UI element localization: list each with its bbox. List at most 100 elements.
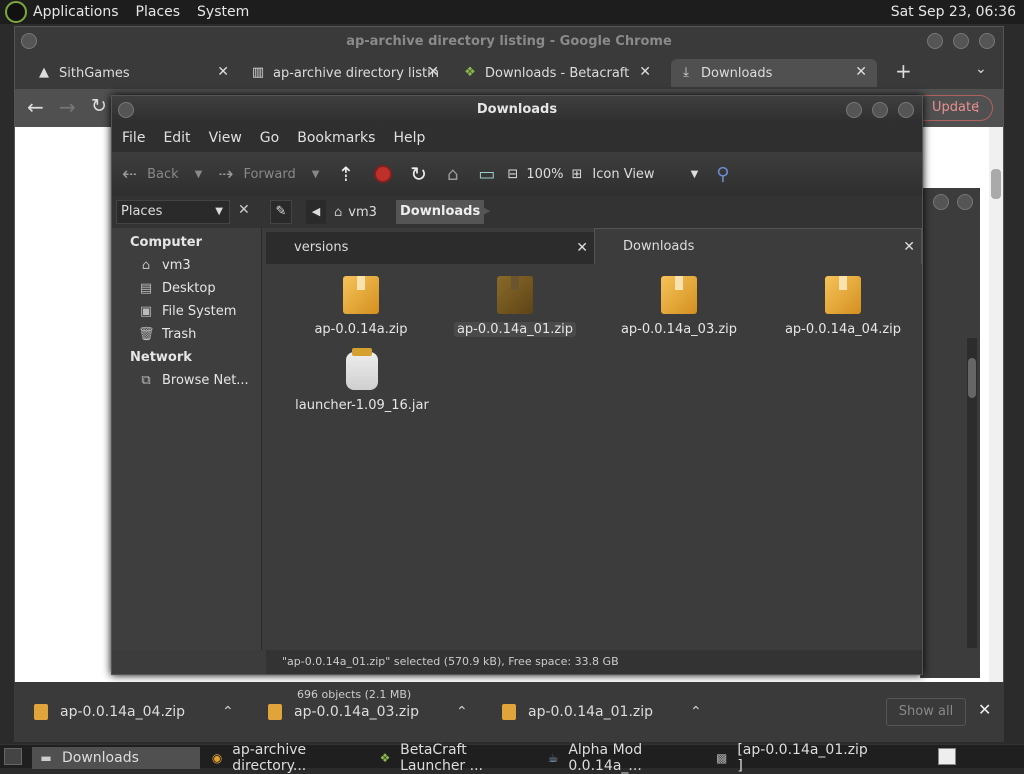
window-menu-icon[interactable] [118,102,134,118]
chevron-up-icon[interactable]: ⌃ [690,704,702,720]
clock[interactable]: Sat Sep 23, 06:36 [891,4,1016,20]
places-sidebar: Computer ⌂ vm3 ▤ Desktop ▣ File System 🗑… [112,228,262,650]
chrome-window-menu-icon[interactable] [21,33,37,49]
minimize-icon[interactable] [846,102,862,118]
download-item[interactable]: ap-0.0.14a_01.zip ⌃ [502,696,712,728]
show-desktop-icon[interactable] [4,748,22,765]
tab-versions[interactable]: versions ✕ [266,232,594,264]
update-button[interactable]: Update ⋮ [913,95,993,121]
tab-downloads[interactable]: Downloads ✕ [594,228,922,264]
path-left-arrow-icon[interactable]: ◀ [306,200,326,224]
chrome-close-icon[interactable] [979,33,995,49]
scrollbar-thumb[interactable] [968,358,976,398]
zoom-out-icon[interactable]: ⊟ [507,167,518,182]
taskbar-label: [ap-0.0.14a_01.zip ] [737,742,868,774]
menu-bookmarks[interactable]: Bookmarks [297,130,375,146]
tab-label: SithGames [59,65,130,81]
workspace-switcher-icon[interactable] [938,748,956,765]
view-mode-select[interactable]: Icon View [592,167,654,182]
zip-file-icon [34,704,48,720]
download-item[interactable]: ap-0.0.14a_04.zip ⌃ [34,696,244,728]
kebab-menu-icon[interactable]: ⋮ [971,96,984,120]
menu-go[interactable]: Go [260,130,279,146]
menu-places[interactable]: Places [136,4,181,20]
new-tab-button[interactable]: + [895,59,912,83]
menu-file[interactable]: File [122,130,145,146]
close-icon[interactable]: ✕ [903,229,915,265]
tab-ap-archive[interactable]: ▥ ap-archive directory listin ✕ [243,59,449,87]
file-manager-toolbar: ⇠ Back ▼ ⇢ Forward ▼ ⇡ ↻ ⌂ ▭ ⊟ 100% ⊞ Ic… [112,152,922,196]
taskbar-item-downloads[interactable]: ▬ Downloads [32,747,200,769]
close-window-icon[interactable] [898,102,914,118]
back-arrow-icon[interactable]: ← [27,95,44,119]
show-all-button[interactable]: Show all [886,698,966,726]
close-icon[interactable]: ✕ [576,232,588,264]
window-button-icon[interactable] [957,194,973,210]
sidebar-item-label: Desktop [162,281,216,296]
computer-icon[interactable]: ▭ [478,164,495,185]
menu-system[interactable]: System [197,4,249,20]
close-icon[interactable]: ✕ [639,64,651,80]
breadcrumb-vm3[interactable]: ⌂ vm3 [334,200,377,224]
dropdown-arrow-icon[interactable]: ▼ [195,169,203,180]
taskbar-item-alpha-mod[interactable]: ☕ Alpha Mod 0.0.14a_... [540,742,704,774]
taskbar-item-betacraft[interactable]: ❖ BetaCraft Launcher ... [372,742,536,774]
file-item[interactable]: ap-0.0.14a.zip [296,276,426,337]
reload-icon[interactable]: ↻ [410,162,427,186]
back-button[interactable]: ⇠ Back ▼ [122,164,202,185]
close-icon[interactable]: ✕ [855,64,867,80]
close-sidebar-icon[interactable]: ✕ [238,202,250,218]
forward-button[interactable]: ⇢ Forward ▼ [218,164,319,185]
search-icon[interactable]: ⚲ [716,164,729,185]
taskbar-label: ap-archive directory... [232,742,307,774]
breadcrumb-downloads[interactable]: Downloads [396,200,485,224]
chevron-down-icon[interactable]: ⌄ [975,61,987,77]
places-selector[interactable]: Places ▼ [116,200,230,224]
chrome-maximize-icon[interactable] [953,33,969,49]
file-item[interactable]: ap-0.0.14a_03.zip [614,276,744,337]
dropdown-arrow-icon[interactable]: ▼ [312,169,320,180]
chevron-up-icon[interactable]: ⌃ [222,704,234,720]
chevron-up-icon[interactable]: ⌃ [456,704,468,720]
edit-location-icon[interactable]: ✎ [270,200,292,224]
close-shelf-icon[interactable]: ✕ [978,700,991,719]
close-icon[interactable]: ✕ [217,64,229,80]
menu-edit[interactable]: Edit [163,130,190,146]
menu-view[interactable]: View [209,130,242,146]
sidebar-item-vm3[interactable]: ⌂ vm3 [138,258,191,273]
maximize-icon[interactable] [872,102,888,118]
sidebar-item-desktop[interactable]: ▤ Desktop [138,281,216,296]
reload-icon[interactable]: ↻ [91,95,107,117]
up-arrow-icon[interactable]: ⇡ [337,162,354,186]
path-right-arrow-icon[interactable]: ▶ [482,204,490,217]
tab-downloads[interactable]: ⤓ Downloads ✕ [671,59,877,87]
zoom-in-icon[interactable]: ⊞ [572,167,583,182]
download-label: ap-0.0.14a_04.zip [60,704,186,720]
taskbar-item-archive[interactable]: ▩ [ap-0.0.14a_01.zip ] [708,742,872,774]
sidebar-item-label: vm3 [162,258,191,273]
tab-sithgames[interactable]: ▲ SithGames ✕ [29,59,239,87]
close-icon[interactable]: ✕ [427,64,439,80]
sidebar-item-browse-network[interactable]: ⧉ Browse Net... [138,373,248,388]
file-item[interactable]: ap-0.0.14a_04.zip [778,276,908,337]
tab-betacraft[interactable]: ❖ Downloads - Betacraft ✕ [455,59,661,87]
chrome-minimize-icon[interactable] [927,33,943,49]
view-mode-dropdown-icon[interactable]: ▼ [691,169,699,180]
download-label: ap-0.0.14a_01.zip [528,704,654,720]
forward-arrow-icon[interactable]: → [59,95,76,119]
taskbar-item-chrome[interactable]: ◉ ap-archive directory... [204,742,368,774]
sidebar-item-file-system[interactable]: ▣ File System [138,304,237,319]
chrome-scrollbar[interactable] [989,127,1003,685]
distro-logo-icon[interactable] [5,1,27,23]
home-icon[interactable]: ⌂ [447,164,458,185]
stop-icon[interactable] [374,165,393,183]
scrollbar-thumb[interactable] [991,169,1001,199]
tab-label: Downloads [701,65,773,81]
scrollbar[interactable] [967,338,977,648]
file-item[interactable]: launcher-1.09_16.jar [282,348,442,413]
file-item-selected[interactable]: ap-0.0.14a_01.zip [450,276,580,337]
sidebar-item-trash[interactable]: 🗑 Trash [138,327,196,342]
window-button-icon[interactable] [933,194,949,210]
menu-applications[interactable]: Applications [33,4,119,20]
menu-help[interactable]: Help [393,130,425,146]
